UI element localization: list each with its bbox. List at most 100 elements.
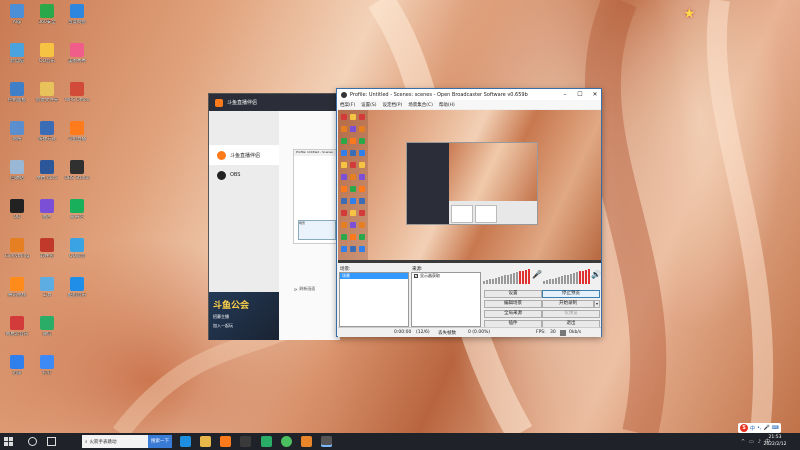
meter-bar: [483, 281, 485, 284]
desktop-volume-meter[interactable]: [543, 268, 590, 284]
obs-title: Profile: Untitled - Scenes: scenes - Ope…: [350, 91, 528, 98]
network-icon[interactable]: ▭: [749, 439, 754, 445]
tray-expand-icon[interactable]: ^: [741, 439, 745, 445]
preview-icon: [341, 174, 347, 180]
douyu-helper-window[interactable]: 斗鱼直播伴侣 斗鱼直播伴侣 OBS 斗鱼公会 招募主播 加入一起玩 Profil…: [208, 93, 340, 340]
ime-toolbar[interactable]: S 中 •, 🎤 ⌨: [738, 423, 782, 433]
menu-item[interactable]: 帮助(H): [439, 102, 455, 108]
search-button[interactable]: 搜索一下: [148, 435, 172, 448]
global-sources-button[interactable]: 全局来源: [484, 310, 542, 318]
minimize-icon[interactable]: –: [559, 89, 571, 100]
douyu-sidebar-item-obs[interactable]: OBS: [209, 165, 279, 185]
desktop-icon-label: 腾讯视频: [8, 293, 26, 298]
desktop-icon[interactable]: 快捷方式: [32, 121, 62, 157]
preview-mini-title: Profile: Untitled - Scenes: [294, 150, 338, 156]
menu-item[interactable]: 设定档(P): [382, 102, 402, 108]
mic-volume-meter[interactable]: [483, 268, 530, 284]
obs-titlebar[interactable]: Profile: Untitled - Scenes: scenes - Ope…: [337, 89, 601, 100]
record-options-dropdown[interactable]: ▾: [594, 300, 600, 308]
desktop-icon[interactable]: 新建文件夹: [32, 82, 62, 118]
sources-list[interactable]: ✓ 显示器获取: [411, 272, 481, 327]
edge-icon[interactable]: [180, 436, 191, 447]
file-explorer-icon[interactable]: [200, 436, 211, 447]
scenes-list[interactable]: 场景: [339, 272, 409, 327]
start-record-button[interactable]: 开始录制: [542, 300, 594, 308]
desktop-icon[interactable]: 控制面板: [2, 82, 32, 118]
scene-item[interactable]: 场景: [340, 273, 408, 279]
menu-item[interactable]: 档案(F): [340, 102, 355, 108]
desktop-icon[interactable]: 腾讯视频: [2, 277, 32, 313]
ime-keyboard-icon[interactable]: ⌨: [772, 425, 779, 431]
douyu-guild-banner[interactable]: 斗鱼公会 招募主播 加入一起玩: [209, 292, 279, 340]
taskbar-search-box[interactable]: ⌕ 火箭手表跳动: [82, 435, 148, 448]
desktop-icon-label: Algi: [12, 20, 22, 25]
desktop-icon[interactable]: QQ影音: [62, 238, 92, 274]
menu-item[interactable]: 设置(S): [361, 102, 376, 108]
desktop-icon[interactable]: 酷狗音乐: [62, 277, 92, 313]
cortana-icon[interactable]: [28, 437, 37, 446]
desktop-icon[interactable]: 斗鱼直播: [62, 121, 92, 157]
obs-preview-canvas[interactable]: [338, 110, 601, 260]
desktop-icon-label: 酷狗音乐: [68, 293, 86, 298]
preview-icon: [359, 162, 365, 168]
douyu-item-label: OBS: [230, 172, 241, 178]
douyu-sidebar-item-helper[interactable]: 斗鱼直播伴侣: [209, 145, 279, 165]
meter-bar: [582, 270, 584, 284]
desktop-icon[interactable]: 网易云音乐: [2, 316, 32, 352]
desktop-icon[interactable]: 工具: [32, 277, 62, 313]
preview-only-button[interactable]: 仅预览: [542, 310, 600, 318]
wechat-taskbar-icon[interactable]: [261, 436, 272, 447]
maximize-icon[interactable]: ☐: [574, 89, 586, 100]
desktop-icon[interactable]: 爱奇艺: [62, 199, 92, 235]
source-item[interactable]: ✓ 显示器获取: [412, 273, 480, 279]
preview-icon: [350, 246, 356, 252]
desktop-icon[interactable]: 网络: [2, 121, 32, 157]
taskbar-clock[interactable]: 21:53 2022/2/12: [758, 434, 792, 449]
windows-start-icon[interactable]: [4, 437, 13, 446]
meter-bar: [507, 274, 509, 284]
desktop-icon[interactable]: 文档.docx: [32, 160, 62, 196]
desktop-icon[interactable]: 图片: [32, 199, 62, 235]
speaker-icon[interactable]: 🔊: [591, 270, 601, 280]
desktop-icon[interactable]: 微信: [32, 316, 62, 352]
ime-punct-icon[interactable]: •,: [757, 425, 762, 431]
desktop-icon-label: 软件包: [40, 254, 54, 259]
desktop-icon[interactable]: QQ音乐: [32, 43, 62, 79]
desktop-icon[interactable]: 美图秀秀: [62, 43, 92, 79]
desktop-icon[interactable]: 此电脑: [2, 43, 32, 79]
desktop-icon[interactable]: Algi: [2, 4, 32, 40]
desktop-icon[interactable]: Everything: [2, 238, 32, 274]
task-view-icon[interactable]: [47, 437, 56, 446]
desktop-icon[interactable]: 360安全: [32, 4, 62, 40]
media-player-icon[interactable]: [240, 436, 251, 447]
desktop-icon[interactable]: WPS Office: [62, 82, 92, 118]
desktop-icon[interactable]: 迅雷: [2, 355, 32, 391]
close-icon[interactable]: ✕: [589, 89, 601, 100]
desktop-icon[interactable]: 回收站: [2, 160, 32, 196]
menu-item[interactable]: 场景集合(C): [408, 102, 433, 108]
browser-360-icon[interactable]: [281, 436, 292, 447]
nested-dark-panel: [407, 143, 449, 224]
stop-preview-button[interactable]: 停止预览: [542, 290, 600, 298]
sogou-ime-icon: S: [740, 424, 748, 432]
source-visible-checkbox[interactable]: ✓: [414, 274, 418, 278]
meter-bar: [528, 269, 530, 284]
edit-scene-button[interactable]: 编辑场景: [484, 300, 542, 308]
microphone-icon[interactable]: 🎤: [532, 270, 542, 280]
desktop-icon[interactable]: QQ: [2, 199, 32, 235]
obs-window[interactable]: Profile: Untitled - Scenes: scenes - Ope…: [336, 88, 602, 337]
desktop-icon-label: 钉钉: [42, 371, 52, 376]
app-icon: [40, 316, 54, 330]
douyu-titlebar[interactable]: 斗鱼直播伴侣: [209, 94, 339, 111]
settings-button[interactable]: 设置: [484, 290, 542, 298]
desktop-icon[interactable]: 钉钉: [32, 355, 62, 391]
refresh-button[interactable]: ⟳ 刷新画面: [294, 286, 315, 292]
desktop-icon[interactable]: 软件包: [32, 238, 62, 274]
obs-taskbar-icon[interactable]: [321, 436, 332, 447]
douyu-taskbar-icon[interactable]: [220, 436, 231, 447]
desktop-icon[interactable]: 百度网盘: [62, 4, 92, 40]
ime-voice-icon[interactable]: 🎤: [764, 425, 770, 431]
desktop-icon[interactable]: OBS Studio: [62, 160, 92, 196]
app-taskbar-icon[interactable]: [301, 436, 312, 447]
app-icon: [70, 277, 84, 291]
